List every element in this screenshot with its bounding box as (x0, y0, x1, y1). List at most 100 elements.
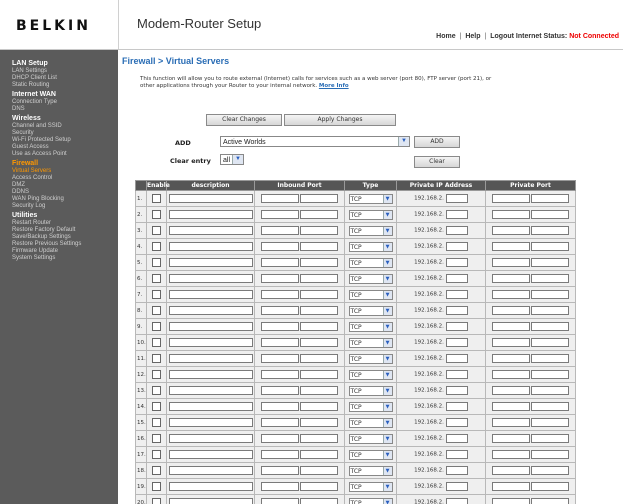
add-button[interactable]: ADD (414, 136, 460, 148)
enable-checkbox[interactable] (152, 354, 161, 363)
inbound-port-start-input[interactable] (260, 242, 299, 251)
private-ip-input[interactable] (445, 482, 468, 491)
inbound-port-end-input[interactable] (300, 194, 339, 203)
private-port-end-input[interactable] (531, 434, 570, 443)
inbound-port-start-input[interactable] (260, 402, 299, 411)
private-port-end-input[interactable] (531, 386, 570, 395)
private-ip-input[interactable] (445, 290, 468, 299)
type-select[interactable]: TCP ▼ (348, 353, 393, 364)
inbound-port-start-input[interactable] (260, 194, 299, 203)
inbound-port-end-input[interactable] (300, 210, 339, 219)
private-port-end-input[interactable] (531, 482, 570, 491)
sidebar-item-ddns[interactable]: DDNS (12, 189, 118, 196)
logout-link[interactable]: Logout (490, 33, 514, 40)
private-port-start-input[interactable] (491, 322, 530, 331)
private-port-start-input[interactable] (491, 226, 530, 235)
enable-checkbox[interactable] (152, 386, 161, 395)
private-ip-input[interactable] (445, 242, 468, 251)
inbound-port-end-input[interactable] (300, 274, 339, 283)
inbound-port-end-input[interactable] (300, 354, 339, 363)
private-ip-input[interactable] (445, 354, 468, 363)
private-port-end-input[interactable] (531, 226, 570, 235)
service-select[interactable]: Active Worlds ▼ (220, 136, 410, 147)
inbound-port-end-input[interactable] (300, 482, 339, 491)
enable-checkbox[interactable] (152, 194, 161, 203)
private-port-start-input[interactable] (491, 194, 530, 203)
description-input[interactable] (168, 402, 253, 411)
private-port-start-input[interactable] (491, 482, 530, 491)
home-link[interactable]: Home (436, 33, 455, 40)
private-port-end-input[interactable] (531, 402, 570, 411)
private-ip-input[interactable] (445, 306, 468, 315)
type-select[interactable]: TCP ▼ (348, 449, 393, 460)
description-input[interactable] (168, 418, 253, 427)
inbound-port-end-input[interactable] (300, 338, 339, 347)
sidebar-item-lan-settings[interactable]: LAN Settings (12, 68, 118, 75)
private-port-start-input[interactable] (491, 274, 530, 283)
inbound-port-end-input[interactable] (300, 434, 339, 443)
private-ip-input[interactable] (445, 274, 468, 283)
sidebar-item-restart-router[interactable]: Restart Router (12, 220, 118, 227)
sidebar-item-save-backup-settings[interactable]: Save/Backup Settings (12, 234, 118, 241)
description-input[interactable] (168, 434, 253, 443)
type-select[interactable]: TCP ▼ (348, 481, 393, 492)
private-port-start-input[interactable] (491, 402, 530, 411)
private-port-start-input[interactable] (491, 306, 530, 315)
type-select[interactable]: TCP ▼ (348, 385, 393, 396)
enable-checkbox[interactable] (152, 290, 161, 299)
description-input[interactable] (168, 226, 253, 235)
enable-checkbox[interactable] (152, 226, 161, 235)
enable-checkbox[interactable] (152, 482, 161, 491)
type-select[interactable]: TCP ▼ (348, 401, 393, 412)
sidebar-item-wan-ping-blocking[interactable]: WAN Ping Blocking (12, 196, 118, 203)
enable-checkbox[interactable] (152, 306, 161, 315)
type-select[interactable]: TCP ▼ (348, 369, 393, 380)
description-input[interactable] (168, 274, 253, 283)
inbound-port-start-input[interactable] (260, 258, 299, 267)
private-ip-input[interactable] (445, 450, 468, 459)
enable-checkbox[interactable] (152, 418, 161, 427)
private-ip-input[interactable] (445, 194, 468, 203)
enable-checkbox[interactable] (152, 434, 161, 443)
more-info-link[interactable]: More Info (319, 83, 349, 89)
clear-button[interactable]: Clear (414, 156, 460, 168)
inbound-port-end-input[interactable] (300, 322, 339, 331)
description-input[interactable] (168, 498, 253, 504)
private-port-end-input[interactable] (531, 274, 570, 283)
inbound-port-end-input[interactable] (300, 226, 339, 235)
inbound-port-end-input[interactable] (300, 418, 339, 427)
private-port-end-input[interactable] (531, 354, 570, 363)
private-port-end-input[interactable] (531, 242, 570, 251)
inbound-port-start-input[interactable] (260, 482, 299, 491)
description-input[interactable] (168, 258, 253, 267)
sidebar-item-channel-and-ssid[interactable]: Channel and SSID (12, 123, 118, 130)
private-port-end-input[interactable] (531, 418, 570, 427)
private-port-start-input[interactable] (491, 498, 530, 504)
sidebar-item-security-log[interactable]: Security Log (12, 203, 118, 210)
enable-checkbox[interactable] (152, 498, 161, 504)
private-ip-input[interactable] (445, 466, 468, 475)
enable-checkbox[interactable] (152, 402, 161, 411)
private-ip-input[interactable] (445, 386, 468, 395)
description-input[interactable] (168, 386, 253, 395)
inbound-port-end-input[interactable] (300, 498, 339, 504)
private-port-end-input[interactable] (531, 466, 570, 475)
enable-checkbox[interactable] (152, 258, 161, 267)
type-select[interactable]: TCP ▼ (348, 465, 393, 476)
inbound-port-start-input[interactable] (260, 306, 299, 315)
inbound-port-end-input[interactable] (300, 466, 339, 475)
private-port-start-input[interactable] (491, 466, 530, 475)
private-port-start-input[interactable] (491, 434, 530, 443)
private-ip-input[interactable] (445, 226, 468, 235)
help-link[interactable]: Help (465, 33, 480, 40)
private-port-start-input[interactable] (491, 210, 530, 219)
type-select[interactable]: TCP ▼ (348, 321, 393, 332)
inbound-port-start-input[interactable] (260, 354, 299, 363)
enable-checkbox[interactable] (152, 466, 161, 475)
inbound-port-start-input[interactable] (260, 226, 299, 235)
clear-changes-button[interactable]: Clear Changes (206, 114, 282, 126)
inbound-port-end-input[interactable] (300, 402, 339, 411)
private-port-start-input[interactable] (491, 370, 530, 379)
inbound-port-start-input[interactable] (260, 466, 299, 475)
inbound-port-start-input[interactable] (260, 338, 299, 347)
